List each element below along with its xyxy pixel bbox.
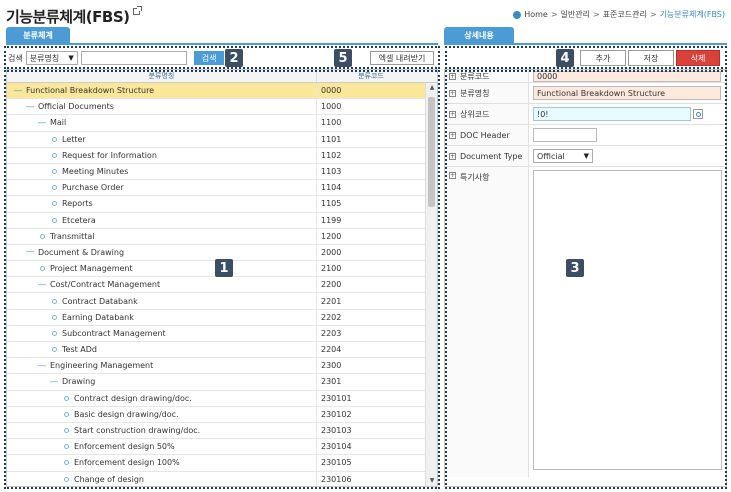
breadcrumb: Home > 일반관리 > 표준코드관리 > 기능분류체계(FBS) <box>513 9 725 20</box>
tab-classification[interactable]: 분류체계 <box>6 27 70 44</box>
page-title: 기능분류체계(FBS) <box>6 6 142 27</box>
home-icon[interactable] <box>513 10 522 19</box>
breadcrumb-separator: > <box>649 10 657 19</box>
breadcrumb-separator: > <box>592 10 600 19</box>
annotation-badge-2: 2 <box>225 49 243 67</box>
annotation-box-toolbar <box>445 46 727 69</box>
breadcrumb-standard-code[interactable]: 표준코드관리 <box>603 9 647 20</box>
breadcrumb-home[interactable]: Home <box>524 10 548 19</box>
tab-details[interactable]: 상세내용 <box>444 27 514 44</box>
annotation-box-search <box>4 46 440 69</box>
breadcrumb-general[interactable]: 일반관리 <box>561 9 590 20</box>
annotation-badge-3: 3 <box>566 259 584 277</box>
tab-underline-right <box>444 43 727 45</box>
annotation-box-tree <box>4 70 440 489</box>
tab-underline-left <box>6 43 438 45</box>
annotation-badge-4: 4 <box>556 49 574 67</box>
external-link-icon[interactable] <box>132 6 142 15</box>
annotation-badge-5: 5 <box>334 49 352 67</box>
breadcrumb-separator: > <box>550 10 558 19</box>
breadcrumb-current: 기능분류체계(FBS) <box>659 10 725 19</box>
annotation-badge-1: 1 <box>215 259 233 277</box>
annotation-box-detail <box>445 70 727 489</box>
page-title-text: 기능분류체계(FBS) <box>6 8 130 26</box>
